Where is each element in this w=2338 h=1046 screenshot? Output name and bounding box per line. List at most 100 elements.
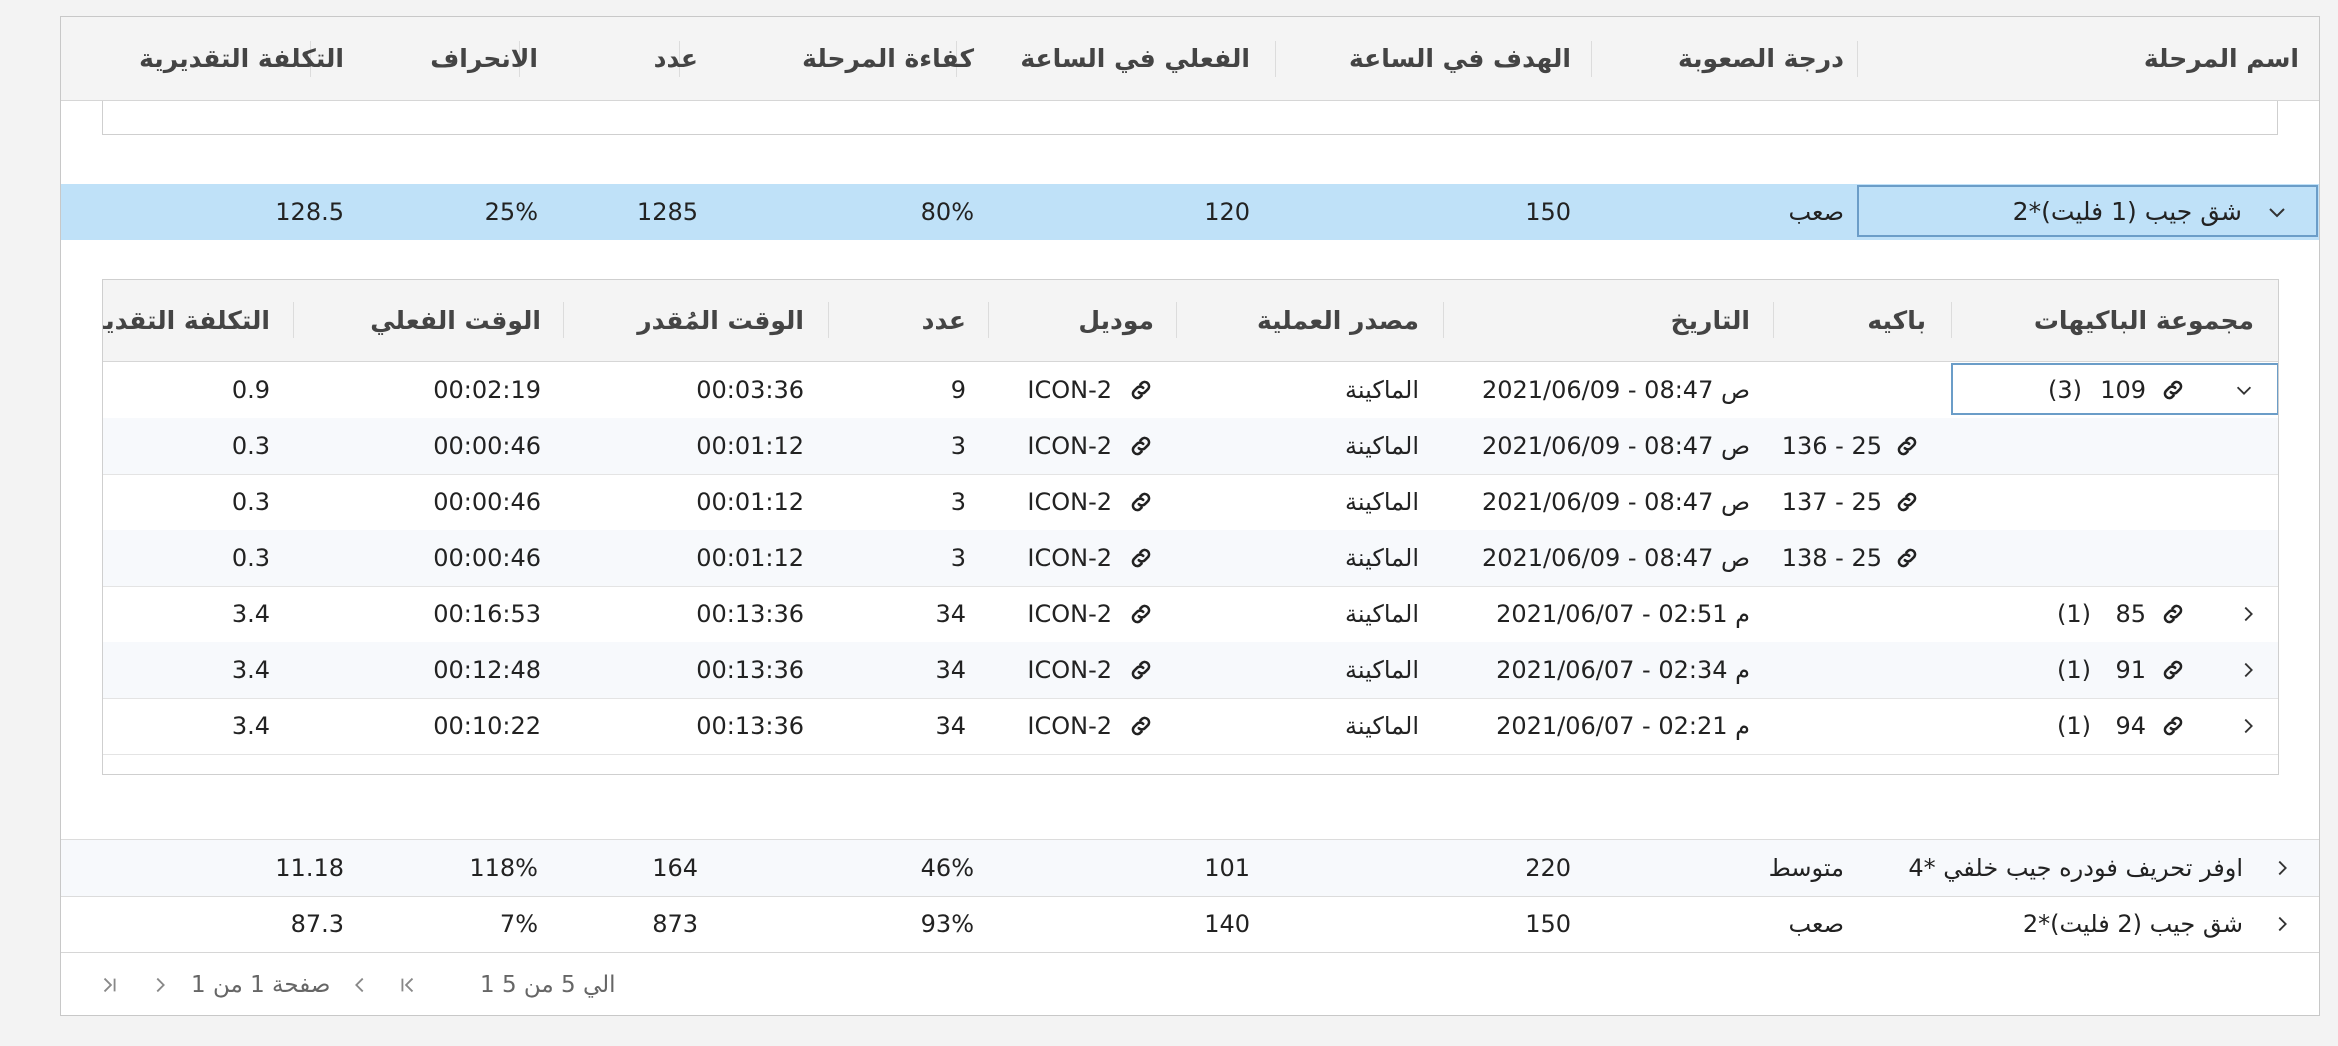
link-icon[interactable] (1128, 642, 1154, 698)
link-icon[interactable] (1128, 418, 1154, 474)
group-count: (1) (2057, 656, 2091, 684)
stage-row[interactable]: شق جيب (2 فليت)*2 صعب 150 140 93% 873 7%… (61, 896, 2319, 953)
col-header-count[interactable]: عدد (654, 17, 698, 100)
col-header-deviation[interactable]: الانحراف (430, 17, 538, 100)
stage-actual: 101 (1204, 854, 1250, 882)
link-icon[interactable] (1128, 362, 1154, 418)
row-est-time: 00:01:12 (696, 488, 804, 516)
row-est-time: 00:03:36 (696, 376, 804, 404)
bundle-id[interactable]: 137 - 25 (1782, 474, 1882, 530)
stage-cost: 87.3 (290, 910, 344, 938)
row-date: 2021/06/09 - 08:47 ص (1481, 544, 1750, 572)
link-icon[interactable] (1128, 530, 1154, 586)
chevron-down-icon[interactable] (2233, 362, 2255, 418)
stage-efficiency: 46% (920, 854, 974, 882)
col-header-actual-hour[interactable]: الفعلي في الساعة (1020, 17, 1250, 100)
first-page-icon[interactable] (396, 953, 418, 1015)
chevron-left-icon[interactable] (2271, 896, 2293, 952)
detail-col-model[interactable]: موديل (1078, 280, 1154, 361)
row-source: الماكينة (1345, 544, 1419, 572)
detail-col-group[interactable]: مجموعة الباكيهات (2034, 280, 2254, 361)
row-model[interactable]: ICON-2 (1027, 530, 1112, 586)
stage-name: اوفر تحريف فودره جيب خلفي *4 (1908, 854, 2243, 882)
link-icon[interactable] (1894, 418, 1920, 474)
row-model[interactable]: ICON-2 (1027, 642, 1112, 698)
stage-name: شق جيب (2 فليت)*2 (2022, 910, 2243, 938)
row-source: الماكينة (1345, 712, 1419, 740)
detail-row-group[interactable]: 94 (1) 2021/06/07 - 02:21 م الماكينة ICO… (103, 698, 2278, 755)
detail-header: مجموعة الباكيهات باكيه التاريخ مصدر العم… (103, 280, 2278, 362)
link-icon[interactable] (2160, 586, 2186, 642)
chevron-left-icon[interactable] (2237, 698, 2259, 754)
link-icon[interactable] (1894, 530, 1920, 586)
detail-row-group[interactable]: 85 (1) 2021/06/07 - 02:51 م الماكينة ICO… (103, 586, 2278, 643)
row-est-time: 00:01:12 (696, 432, 804, 460)
detail-col-cost[interactable]: التكلفة التقدير (103, 280, 270, 361)
link-icon[interactable] (2160, 362, 2186, 418)
col-header-name[interactable]: اسم المرحلة (2144, 17, 2299, 100)
stage-name-cell[interactable]: شق جيب (1 فليت)*2 (1857, 185, 2318, 237)
link-icon[interactable] (2160, 698, 2186, 754)
pagination-bar: 1 الي 5 من 5 صفحة 1 من 1 (61, 952, 2319, 1015)
detail-col-count[interactable]: عدد (922, 280, 966, 361)
link-icon[interactable] (1894, 474, 1920, 530)
stage-row-selected[interactable]: شق جيب (1 فليت)*2 صعب 150 120 80% 1285 2… (61, 184, 2319, 240)
chevron-left-icon[interactable] (2237, 642, 2259, 698)
stage-difficulty: صعب (1788, 910, 1844, 938)
stage-target: 150 (1525, 198, 1571, 226)
detail-col-est-time[interactable]: الوقت المُقدر (637, 280, 804, 361)
row-model[interactable]: ICON-2 (1027, 586, 1112, 642)
detail-row-group[interactable]: 91 (1) 2021/06/07 - 02:34 م الماكينة ICO… (103, 642, 2278, 699)
col-header-difficulty[interactable]: درجة الصعوبة (1678, 17, 1844, 100)
link-icon[interactable] (1128, 698, 1154, 754)
previous-detail-tail (102, 101, 2278, 135)
group-id: 94 (2115, 712, 2146, 740)
col-header-target-hour[interactable]: الهدف في الساعة (1349, 17, 1571, 100)
stage-cost: 128.5 (275, 198, 344, 226)
chevron-left-icon[interactable] (2271, 840, 2293, 896)
row-cost: 3.4 (231, 656, 270, 684)
detail-row-child[interactable]: 137 - 25 2021/06/09 - 08:47 ص الماكينة I… (103, 474, 2278, 531)
row-cost: 3.4 (231, 712, 270, 740)
link-icon[interactable] (2160, 642, 2186, 698)
chevron-left-icon[interactable] (2237, 586, 2259, 642)
detail-row-child[interactable]: 136 - 25 2021/06/09 - 08:47 ص الماكينة I… (103, 418, 2278, 475)
row-model[interactable]: ICON-2 (1027, 418, 1112, 474)
col-header-efficiency[interactable]: كفاءة المرحلة (802, 17, 974, 100)
stage-row[interactable]: اوفر تحريف فودره جيب خلفي *4 متوسط 220 1… (61, 839, 2319, 897)
chevron-right-icon[interactable] (149, 953, 171, 1015)
row-cost: 3.4 (231, 600, 270, 628)
stage-count: 873 (652, 910, 698, 938)
group-id: 109 (2100, 376, 2146, 404)
chevron-down-icon[interactable] (2265, 184, 2289, 240)
row-act-time: 00:12:48 (433, 656, 541, 684)
row-cost: 0.3 (231, 432, 270, 460)
row-model[interactable]: ICON-2 (1027, 698, 1112, 754)
row-act-time: 00:10:22 (433, 712, 541, 740)
row-source: الماكينة (1345, 656, 1419, 684)
row-count: 34 (935, 656, 966, 684)
detail-col-date[interactable]: التاريخ (1671, 280, 1750, 361)
row-count: 3 (950, 544, 966, 572)
detail-row-child[interactable]: 138 - 25 2021/06/09 - 08:47 ص الماكينة I… (103, 530, 2278, 587)
last-page-icon[interactable] (99, 953, 121, 1015)
row-act-time: 00:02:19 (433, 376, 541, 404)
link-icon[interactable] (1128, 586, 1154, 642)
stage-cost: 11.18 (275, 854, 344, 882)
col-header-estimated-cost[interactable]: التكلفة التقديرية (139, 17, 344, 100)
stage-target: 220 (1525, 854, 1571, 882)
row-source: الماكينة (1345, 432, 1419, 460)
bundle-id[interactable]: 136 - 25 (1782, 418, 1882, 474)
row-model[interactable]: ICON-2 (1027, 362, 1112, 418)
bundle-id[interactable]: 138 - 25 (1782, 530, 1882, 586)
chevron-left-icon[interactable] (349, 953, 371, 1015)
row-model[interactable]: ICON-2 (1027, 474, 1112, 530)
link-icon[interactable] (1128, 474, 1154, 530)
detail-col-source[interactable]: مصدر العملية (1257, 280, 1419, 361)
row-est-time: 00:13:36 (696, 712, 804, 740)
pager-page: صفحة 1 من 1 (191, 971, 331, 998)
detail-col-act-time[interactable]: الوقت الفعلي (370, 280, 541, 361)
detail-row[interactable]: 109 (3) 2021/06/09 - 08:47 ص الماكينة IC… (103, 362, 2278, 419)
detail-col-bundle[interactable]: باكيه (1867, 280, 1926, 361)
group-count: (1) (2057, 712, 2091, 740)
